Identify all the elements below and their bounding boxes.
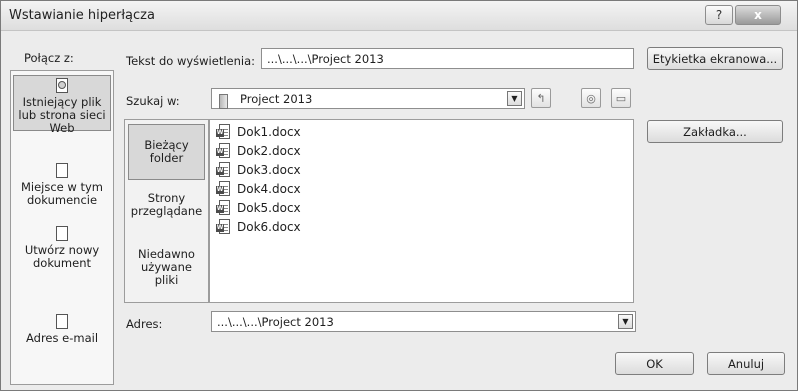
word-document-icon: W xyxy=(216,180,231,197)
email-address-icon xyxy=(54,314,70,330)
browse-file-button[interactable]: ▭ xyxy=(611,88,631,108)
address-label: Adres: xyxy=(126,317,163,331)
browse-browsed-pages[interactable]: Strony przeglądane xyxy=(128,192,205,228)
close-button[interactable]: x xyxy=(735,5,781,25)
cancel-button[interactable]: Anuluj xyxy=(707,352,785,375)
browse-recent-files-label: Niedawno używane pliki xyxy=(138,247,195,287)
close-icon: x xyxy=(754,8,762,22)
insert-hyperlink-dialog: Wstawianie hiperłącza ? x Połącz z: Istn… xyxy=(0,0,798,391)
file-name: Dok5.docx xyxy=(237,200,301,215)
display-text-input[interactable]: ...\...\...\Project 2013 xyxy=(261,48,634,69)
file-name: Dok4.docx xyxy=(237,181,301,196)
file-list[interactable]: W Dok1.docx W Dok2.docx W Dok3.docx W Do… xyxy=(209,119,634,303)
word-document-icon: W xyxy=(216,123,231,140)
browse-web-icon: ◎ xyxy=(586,91,596,105)
link-to-new-document[interactable]: Utwórz nowy dokument xyxy=(13,226,111,270)
chevron-down-icon: ▼ xyxy=(622,317,629,326)
place-in-document-icon xyxy=(54,163,70,179)
link-to-new-document-label: Utwórz nowy dokument xyxy=(24,243,100,270)
list-item[interactable]: W Dok5.docx xyxy=(216,198,301,217)
browse-nav-panel: Bieżący folder Strony przeglądane Niedaw… xyxy=(124,119,209,303)
list-item[interactable]: W Dok2.docx xyxy=(216,141,301,160)
word-document-icon: W xyxy=(216,218,231,235)
chevron-down-icon: ▼ xyxy=(511,94,518,103)
look-in-label: Szukaj w: xyxy=(126,94,180,108)
file-name: Dok6.docx xyxy=(237,219,301,234)
folder-icon xyxy=(217,93,231,109)
file-name: Dok3.docx xyxy=(237,162,301,177)
help-icon: ? xyxy=(715,8,723,22)
link-to-label: Połącz z: xyxy=(24,51,74,65)
address-dropdown-arrow[interactable]: ▼ xyxy=(618,314,633,329)
look-in-dropdown-arrow[interactable]: ▼ xyxy=(507,91,522,106)
new-document-icon xyxy=(54,226,70,242)
bookmark-button[interactable]: Zakładka... xyxy=(647,120,783,143)
screentip-button[interactable]: Etykietka ekranowa... xyxy=(647,47,783,70)
ok-button[interactable]: OK xyxy=(615,352,694,375)
link-to-existing-file[interactable]: Istniejący plik lub strona sieci Web xyxy=(13,75,111,135)
window-title: Wstawianie hiperłącza xyxy=(9,8,155,23)
link-to-email-address-label: Adres e-mail xyxy=(25,331,99,345)
look-in-dropdown[interactable]: Project 2013 xyxy=(211,88,525,109)
link-to-existing-file-label: Istniejący plik lub strona sieci Web xyxy=(18,95,106,135)
browse-current-folder[interactable]: Bieżący folder xyxy=(128,124,205,180)
link-to-place-in-document-label: Miejsce w tym dokumencie xyxy=(20,180,103,207)
list-item[interactable]: W Dok4.docx xyxy=(216,179,301,198)
word-document-icon: W xyxy=(216,161,231,178)
browse-web-button[interactable]: ◎ xyxy=(581,88,601,108)
browse-current-folder-label: Bieżący folder xyxy=(144,138,189,165)
title-bar[interactable]: Wstawianie hiperłącza ? x xyxy=(1,1,797,31)
link-to-panel: Istniejący plik lub strona sieci Web Mie… xyxy=(10,70,114,385)
word-document-icon: W xyxy=(216,142,231,159)
browse-recent-files[interactable]: Niedawno używane pliki xyxy=(128,248,205,296)
up-one-folder-icon: ↰ xyxy=(536,91,546,105)
file-name: Dok1.docx xyxy=(237,124,301,139)
browse-browsed-pages-label: Strony przeglądane xyxy=(130,191,203,218)
list-item[interactable]: W Dok1.docx xyxy=(216,122,301,141)
link-to-email-address[interactable]: Adres e-mail xyxy=(13,314,111,346)
list-item[interactable]: W Dok3.docx xyxy=(216,160,301,179)
help-button[interactable]: ? xyxy=(705,5,733,25)
browse-file-icon: ▭ xyxy=(615,91,627,105)
up-one-folder-button[interactable]: ↰ xyxy=(531,88,551,108)
list-item[interactable]: W Dok6.docx xyxy=(216,217,301,236)
word-document-icon: W xyxy=(216,199,231,216)
display-text-label: Tekst do wyświetlenia: xyxy=(126,54,256,68)
link-to-place-in-document[interactable]: Miejsce w tym dokumencie xyxy=(13,163,111,207)
file-name: Dok2.docx xyxy=(237,143,301,158)
existing-file-icon xyxy=(54,78,70,94)
address-input[interactable]: ...\...\...\Project 2013 xyxy=(211,311,636,332)
